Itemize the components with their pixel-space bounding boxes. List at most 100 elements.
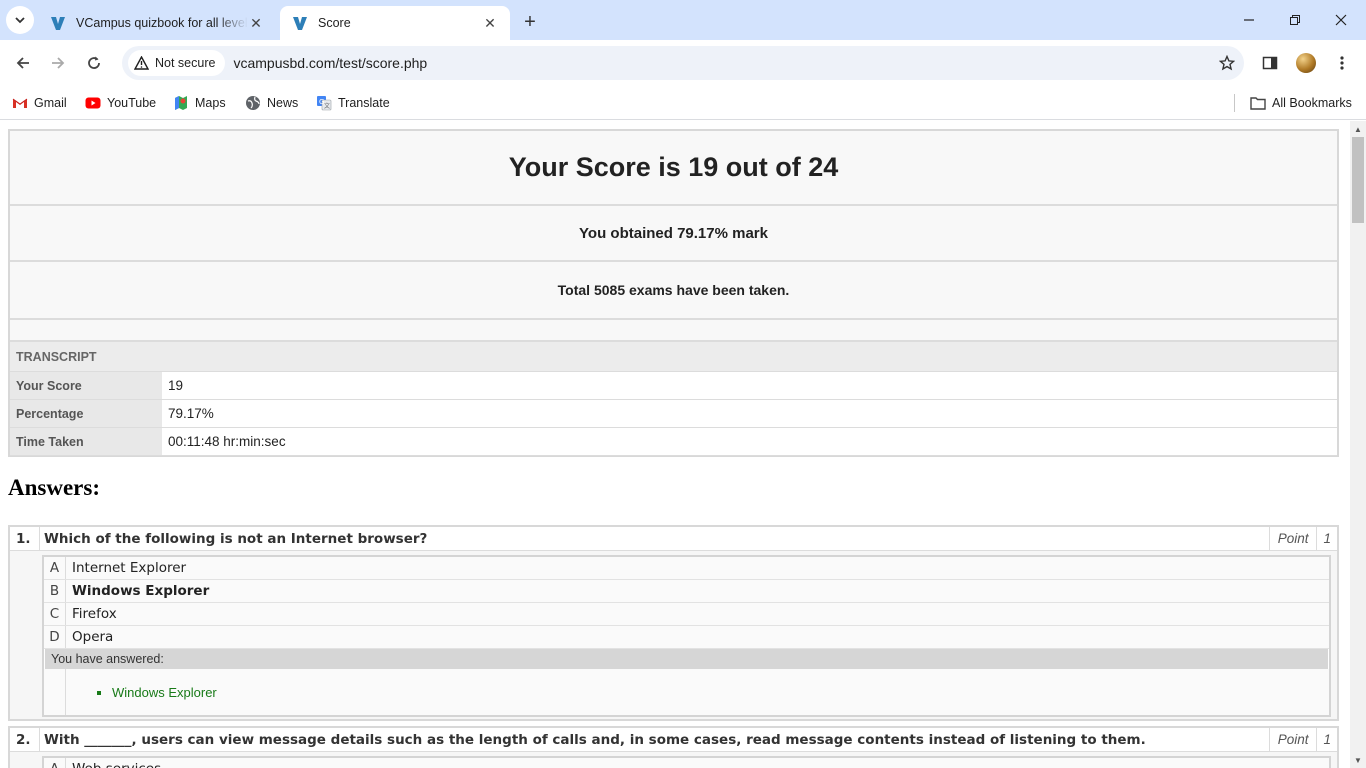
translate-icon: G文 xyxy=(316,95,332,111)
transcript-row-time: Time Taken 00:11:48 hr:min:sec xyxy=(10,428,1337,456)
question-header: 2. With _______, users can view message … xyxy=(10,728,1337,752)
total-exams-text: Total 5085 exams have been taken. xyxy=(10,262,1337,320)
more-vert-icon xyxy=(1340,56,1344,70)
point-value: 1 xyxy=(1316,728,1337,751)
security-chip[interactable]: Not secure xyxy=(128,50,226,76)
question-text: With _______, users can view message det… xyxy=(44,731,1146,748)
bookmark-maps[interactable]: Maps xyxy=(173,92,226,114)
given-answer: Windows Explorer xyxy=(112,685,217,700)
restore-icon xyxy=(1290,15,1300,25)
given-answer-row: Windows Explorer xyxy=(44,669,1329,715)
folder-icon xyxy=(1250,95,1266,111)
side-panel-icon xyxy=(1262,56,1278,70)
point-label: Point xyxy=(1268,728,1317,751)
back-button[interactable] xyxy=(8,48,38,78)
tab-title: VCampus quizbook for all levels xyxy=(76,16,248,30)
avatar xyxy=(1296,53,1316,73)
tab-search-button[interactable] xyxy=(6,6,34,34)
gmail-icon xyxy=(12,95,28,111)
question-number: 1. xyxy=(10,527,40,550)
option-text: Opera xyxy=(72,629,114,645)
transcript-value: 19 xyxy=(162,372,1337,399)
address-bar[interactable]: Not secure vcampusbd.com/test/score.php xyxy=(122,46,1244,80)
option-text: Web services xyxy=(66,758,161,768)
given-answer-list: Windows Explorer xyxy=(66,669,217,715)
close-window-button[interactable] xyxy=(1318,0,1364,40)
reload-icon xyxy=(88,56,100,69)
tab-strip: VCampus quizbook for all levels ✕ Score … xyxy=(0,0,1366,40)
question-card: 2. With _______, users can view message … xyxy=(8,726,1339,768)
point-value: 1 xyxy=(1316,527,1337,550)
page-scrollbar[interactable]: ▲ ▼ xyxy=(1350,121,1366,768)
options-panel: A Internet Explorer B Windows Explorer C… xyxy=(42,555,1331,717)
option-letter: A xyxy=(44,758,66,768)
scroll-down-arrow-icon[interactable]: ▼ xyxy=(1350,753,1366,767)
globe-icon xyxy=(245,95,261,111)
tab-vcampus[interactable]: VCampus quizbook for all levels ✕ xyxy=(38,6,276,40)
warning-icon xyxy=(134,56,149,70)
minimize-icon xyxy=(1244,19,1254,21)
transcript-label: Time Taken xyxy=(10,428,162,455)
forward-arrow-icon xyxy=(52,57,65,69)
scrollbar-thumb[interactable] xyxy=(1352,137,1364,223)
vcampus-favicon-icon xyxy=(50,15,66,31)
reload-button[interactable] xyxy=(79,48,109,78)
option-text: Internet Explorer xyxy=(72,560,187,576)
transcript-row-score: Your Score 19 xyxy=(10,372,1337,400)
forward-button[interactable] xyxy=(43,48,73,78)
chevron-down-icon xyxy=(15,17,25,24)
option-text: Windows Explorer xyxy=(72,583,210,599)
vcampus-favicon-icon xyxy=(292,15,308,31)
browser-toolbar: Not secure vcampusbd.com/test/score.php xyxy=(0,40,1366,86)
bookmark-translate[interactable]: G文 Translate xyxy=(316,92,390,114)
page-content: Your Score is 19 out of 24 You obtained … xyxy=(0,121,1350,768)
transcript-value: 79.17% xyxy=(162,400,1337,427)
bookmark-star-icon[interactable] xyxy=(1210,55,1244,71)
options-panel: A Web services xyxy=(42,756,1331,768)
transcript-label: Percentage xyxy=(10,400,162,427)
transcript-label: Your Score xyxy=(10,372,162,399)
maps-icon xyxy=(173,95,189,111)
bookmarks-divider xyxy=(1234,94,1235,112)
option-letter: D xyxy=(44,626,66,648)
restore-button[interactable] xyxy=(1272,0,1318,40)
tab-score[interactable]: Score ✕ xyxy=(280,6,510,40)
close-tab-icon[interactable]: ✕ xyxy=(482,15,498,31)
svg-text:文: 文 xyxy=(324,102,330,110)
question-text: Which of the following is not an Interne… xyxy=(44,530,428,547)
profile-button[interactable] xyxy=(1291,48,1321,78)
option-row: A Web services xyxy=(44,758,1329,768)
url-text[interactable]: vcampusbd.com/test/score.php xyxy=(233,55,1210,71)
spacer-row xyxy=(10,320,1337,342)
option-text: Firefox xyxy=(72,606,117,622)
scroll-up-arrow-icon[interactable]: ▲ xyxy=(1350,122,1366,136)
bookmark-gmail[interactable]: Gmail xyxy=(12,92,67,114)
score-percentage-text: You obtained 79.17% mark xyxy=(10,206,1337,262)
option-row: C Firefox xyxy=(44,603,1329,626)
question-card: 1. Which of the following is not an Inte… xyxy=(8,525,1339,721)
answered-label: You have answered: xyxy=(45,649,1328,669)
option-letter: A xyxy=(44,557,66,579)
transcript-heading: TRANSCRIPT xyxy=(10,342,1337,372)
close-tab-icon[interactable]: ✕ xyxy=(248,15,264,31)
score-panel: Your Score is 19 out of 24 You obtained … xyxy=(8,129,1339,457)
option-row: D Opera xyxy=(44,626,1329,649)
transcript-value: 00:11:48 hr:min:sec xyxy=(162,428,1337,455)
score-headline: Your Score is 19 out of 24 xyxy=(10,131,1337,206)
side-panel-button[interactable] xyxy=(1255,48,1285,78)
question-header: 1. Which of the following is not an Inte… xyxy=(10,527,1337,551)
minimize-button[interactable] xyxy=(1226,0,1272,40)
all-bookmarks-button[interactable]: All Bookmarks xyxy=(1250,92,1352,114)
security-label: Not secure xyxy=(155,56,216,70)
bookmark-news[interactable]: News xyxy=(245,92,298,114)
point-label: Point xyxy=(1268,527,1317,550)
option-letter: B xyxy=(44,580,66,602)
back-arrow-icon xyxy=(16,57,29,69)
question-number: 2. xyxy=(10,728,40,751)
close-icon xyxy=(1335,14,1347,26)
option-letter: C xyxy=(44,603,66,625)
menu-button[interactable] xyxy=(1327,48,1357,78)
tab-title: Score xyxy=(318,16,351,30)
bookmark-youtube[interactable]: YouTube xyxy=(85,92,156,114)
new-tab-button[interactable]: + xyxy=(516,8,544,36)
